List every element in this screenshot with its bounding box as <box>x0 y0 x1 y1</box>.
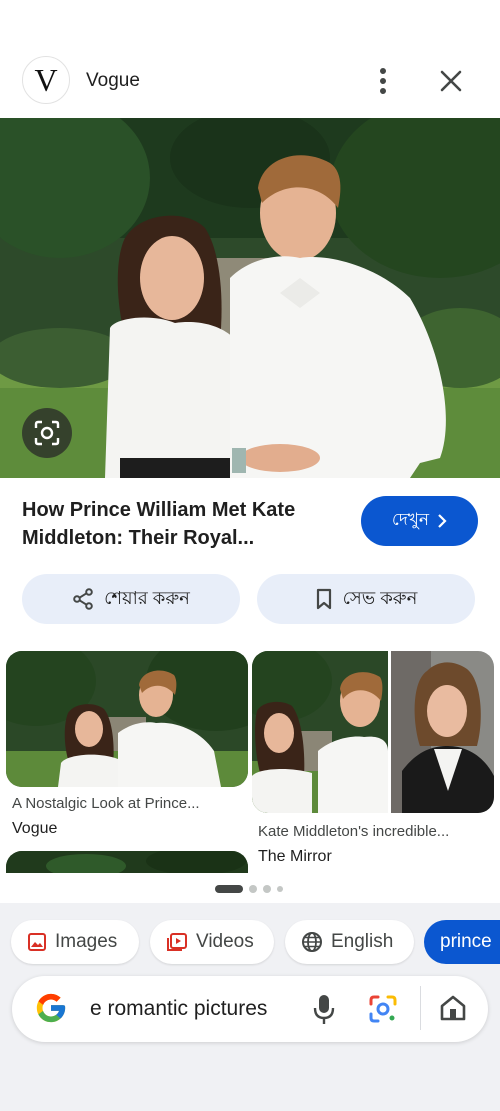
bottom-search-panel: Images Videos English prince e romantic … <box>0 903 500 1111</box>
pager-dot <box>249 885 257 893</box>
share-label: শেয়ার করুন <box>104 587 190 608</box>
chip-english[interactable]: English <box>285 920 414 964</box>
viewer-header: V Vogue <box>0 50 500 112</box>
related-title: A Nostalgic Look at Prince... <box>12 795 200 812</box>
home-icon[interactable] <box>438 993 468 1023</box>
google-lens-icon[interactable] <box>368 994 398 1024</box>
related-card[interactable]: Kate Middleton's incredible... The Mirro… <box>252 651 494 865</box>
result-title[interactable]: How Prince William Met Kate Middleton: T… <box>22 496 342 552</box>
bookmark-icon <box>316 588 331 610</box>
chip-prince[interactable]: prince <box>424 920 500 964</box>
pager-dots <box>215 885 283 893</box>
search-divider <box>420 986 421 1030</box>
save-label: সেভ করুন <box>342 587 418 608</box>
related-image[interactable] <box>252 651 494 813</box>
google-g-icon <box>36 993 66 1023</box>
related-card-partial[interactable] <box>6 851 248 873</box>
source-name[interactable]: Vogue <box>86 70 140 92</box>
related-card[interactable]: A Nostalgic Look at Prince... Vogue <box>6 651 248 837</box>
chip-videos-label: Videos <box>196 931 254 952</box>
related-source: Vogue <box>12 820 58 837</box>
vogue-logo: V <box>22 56 70 104</box>
pager-dot-active <box>215 885 243 893</box>
chip-english-label: English <box>331 931 394 952</box>
globe-icon <box>302 932 322 952</box>
video-icon <box>167 933 187 951</box>
chip-prince-label: prince <box>440 931 492 952</box>
related-title: Kate Middleton's incredible... <box>258 823 450 840</box>
visit-button-label: দেখুন <box>391 510 430 529</box>
visit-button[interactable]: দেখুন <box>361 496 478 546</box>
chip-images-label: Images <box>55 931 118 952</box>
search-input[interactable]: e romantic pictures <box>90 997 304 1021</box>
search-bar[interactable]: e romantic pictures <box>12 976 488 1042</box>
more-options-icon[interactable] <box>368 64 398 98</box>
chip-images[interactable]: Images <box>11 920 139 964</box>
pager-dot <box>277 886 283 892</box>
microphone-icon[interactable] <box>310 992 338 1026</box>
related-source: The Mirror <box>258 848 332 865</box>
pager-dot <box>263 885 271 893</box>
main-image[interactable] <box>0 118 500 478</box>
close-icon[interactable] <box>434 64 468 98</box>
chevron-right-icon <box>438 514 447 528</box>
share-icon <box>73 588 93 610</box>
lens-search-icon[interactable] <box>22 408 72 458</box>
related-image[interactable] <box>6 651 248 787</box>
share-button[interactable]: শেয়ার করুন <box>22 574 240 624</box>
chip-videos[interactable]: Videos <box>150 920 274 964</box>
save-button[interactable]: সেভ করুন <box>257 574 475 624</box>
image-icon <box>28 933 46 951</box>
